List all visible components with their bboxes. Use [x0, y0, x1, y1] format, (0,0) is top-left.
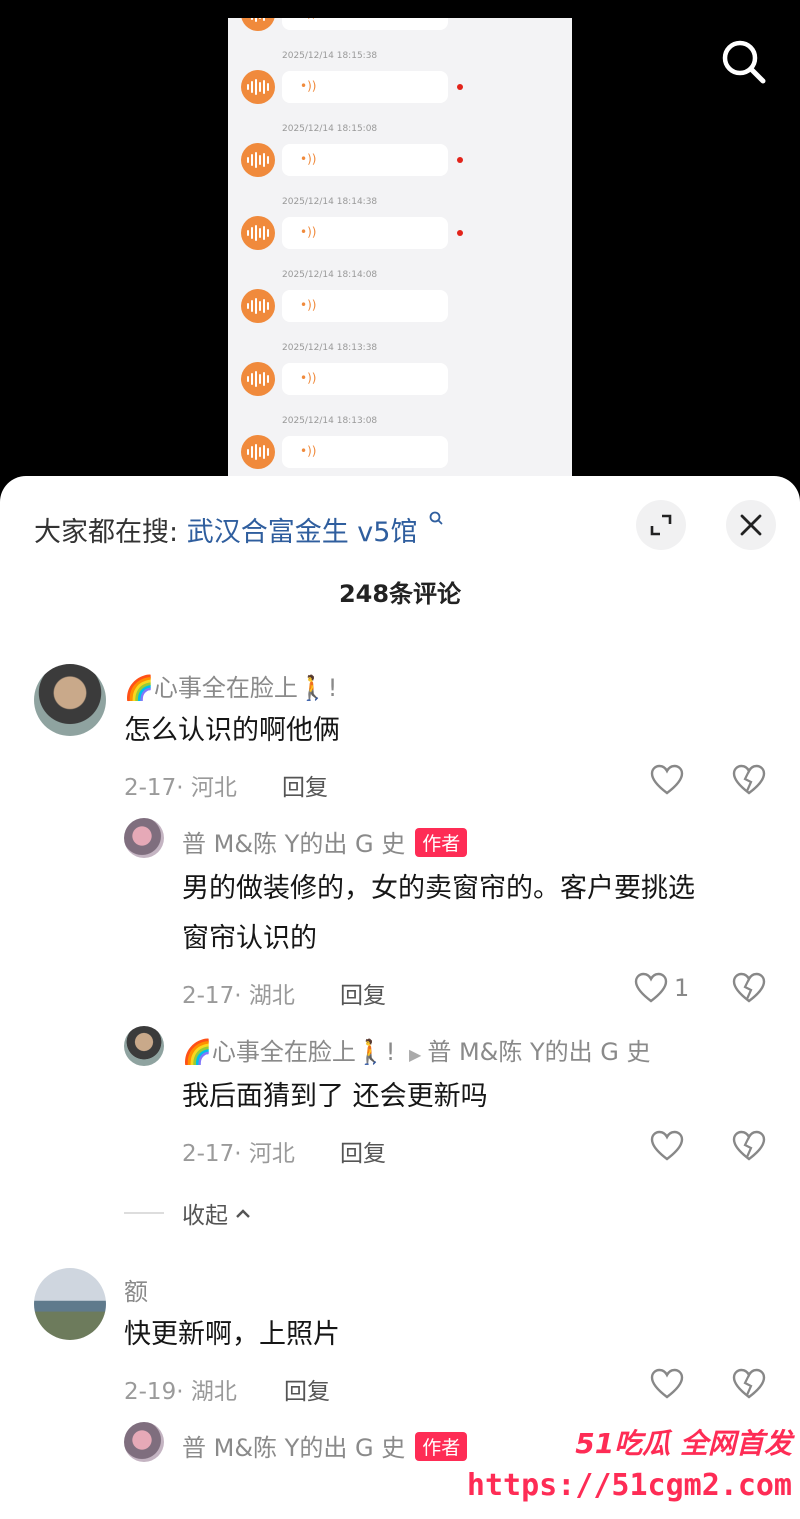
reply-nickname-text: 普 M&陈 Y的出 G 史 — [182, 1434, 406, 1462]
avatar[interactable] — [34, 1268, 106, 1340]
voice-message: 2025/12/14 18:14:38 •)) — [228, 197, 572, 270]
reply-meta: 2-17· 湖北 — [182, 983, 295, 1009]
comment-meta: 2-17· 河北 — [124, 775, 237, 801]
voice-message: 2025/12/14 18:14:08 •)) — [228, 270, 572, 343]
voice-message-time: 2025/12/14 18:13:38 — [282, 343, 378, 353]
voice-message: 2025/12/14 18:13:38 •)) — [228, 343, 572, 416]
reply-to-nickname: 普 M&陈 Y的出 G 史 — [427, 1038, 651, 1066]
collapse-label: 收起 — [182, 1203, 228, 1229]
watermark: 51吃瓜 全网首发 https://51cgm2.com — [467, 1422, 796, 1519]
voice-message-time: 2025/12/14 18:13:08 — [282, 416, 378, 426]
search-button[interactable] — [716, 34, 772, 90]
reply-button[interactable]: 回复 — [340, 976, 386, 1010]
reply-nickname-text: 🌈心事全在脸上🚶! — [182, 1038, 396, 1066]
voice-message-time: 2025/12/14 18:14:08 — [282, 270, 378, 280]
close-button[interactable] — [726, 500, 776, 550]
reply-text-line1[interactable]: 男的做装修的，女的卖窗帘的。客户要挑选 — [182, 864, 695, 914]
sound-wave-icon: •)) — [300, 444, 317, 458]
collapse-replies-button[interactable]: 收起 — [124, 1196, 252, 1230]
chevron-up-icon — [236, 1209, 250, 1218]
like-count: 1 — [674, 974, 690, 1002]
trending-prefix: 大家都在搜: — [34, 517, 179, 548]
voice-avatar-icon — [241, 435, 275, 469]
voice-avatar-icon — [241, 216, 275, 250]
reply-button[interactable]: 回复 — [340, 1134, 386, 1168]
reply-arrow-icon: ▶ — [409, 1045, 422, 1064]
voice-message: 2025/12/14 18:15:08 •)) — [228, 124, 572, 197]
reply-button[interactable]: 回复 — [284, 1372, 330, 1406]
reply-nickname[interactable]: 🌈心事全在脸上🚶! ▶ 普 M&陈 Y的出 G 史 — [182, 1032, 651, 1067]
reply-text-line2[interactable]: 窗帘认识的 — [182, 914, 317, 964]
trending-search[interactable]: 大家都在搜: 武汉合富金生 v5馆 — [34, 510, 444, 549]
voice-avatar-icon — [241, 143, 275, 177]
sound-wave-icon: •)) — [300, 79, 317, 93]
heart-icon[interactable] — [650, 1368, 684, 1400]
screen: •))2025/12/14 18:15:38•))2025/12/14 18:1… — [0, 0, 800, 1519]
dislike-icon[interactable] — [732, 1130, 766, 1162]
voice-bubble: •)) — [282, 290, 448, 322]
voice-avatar-icon — [241, 362, 275, 396]
sound-wave-icon: •)) — [300, 225, 317, 239]
heart-icon[interactable] — [650, 1130, 684, 1162]
voice-bubble: •)) — [282, 18, 448, 30]
comment-meta: 2-19· 湖北 — [124, 1379, 237, 1405]
sound-wave-icon: •)) — [300, 371, 317, 385]
voice-message: •)) — [228, 18, 572, 51]
unread-dot — [457, 157, 463, 163]
avatar[interactable] — [124, 1422, 164, 1462]
watermark-line2: https://51cgm2.com — [466, 1468, 792, 1503]
voice-bubble: •)) — [282, 436, 448, 468]
heart-icon — [634, 972, 668, 1003]
voice-avatar-icon — [241, 70, 275, 104]
comment-nickname[interactable]: 🌈心事全在脸上🚶! — [124, 668, 337, 703]
sound-wave-icon: •)) — [300, 18, 316, 20]
dislike-icon[interactable] — [732, 764, 766, 796]
search-icon — [722, 40, 766, 84]
comment-text[interactable]: 快更新啊，上照片 — [124, 1310, 340, 1360]
close-icon — [740, 514, 762, 536]
dislike-icon[interactable] — [732, 1368, 766, 1400]
reply-nickname-text: 普 M&陈 Y的出 G 史 — [182, 830, 406, 858]
voice-message: 2025/12/14 18:15:38 •)) — [228, 51, 572, 124]
comment-text[interactable]: 怎么认识的啊他俩 — [124, 706, 340, 756]
divider — [124, 1212, 164, 1214]
trending-keyword[interactable]: 武汉合富金生 v5馆 — [187, 517, 418, 548]
voice-avatar-icon — [241, 289, 275, 323]
avatar[interactable] — [124, 1026, 164, 1066]
reply-nickname[interactable]: 普 M&陈 Y的出 G 史作者 — [182, 824, 468, 859]
reply-nickname[interactable]: 普 M&陈 Y的出 G 史作者 — [182, 1428, 468, 1463]
avatar[interactable] — [34, 664, 106, 736]
voice-bubble: •)) — [282, 217, 448, 249]
expand-button[interactable] — [636, 500, 686, 550]
unread-dot — [457, 230, 463, 236]
comment-sheet: 大家都在搜: 武汉合富金生 v5馆 248条评论 🌈心事全在脸上🚶! 怎么认识的… — [0, 476, 800, 1519]
video-area[interactable]: •))2025/12/14 18:15:38•))2025/12/14 18:1… — [0, 0, 800, 500]
reply-text[interactable]: 我后面猜到了 还会更新吗 — [182, 1072, 488, 1122]
sound-wave-icon: •)) — [300, 152, 317, 166]
avatar[interactable] — [124, 818, 164, 858]
voice-message-time: 2025/12/14 18:15:38 — [282, 51, 378, 61]
comment-count: 248条评论 — [338, 580, 462, 608]
voice-bubble: •)) — [282, 71, 448, 103]
voice-avatar-icon — [241, 18, 275, 31]
comment-nickname[interactable]: 额 — [124, 1272, 148, 1307]
chat-screenshot: •))2025/12/14 18:15:38•))2025/12/14 18:1… — [228, 18, 572, 488]
voice-bubble: •)) — [282, 144, 448, 176]
expand-icon — [650, 514, 672, 536]
search-small-icon — [429, 511, 443, 525]
sound-wave-icon: •)) — [300, 298, 317, 312]
author-badge: 作者 — [415, 828, 468, 857]
heart-icon[interactable] — [650, 764, 684, 796]
watermark-line1: 51吃瓜 全网首发 — [575, 1427, 792, 1460]
reply-button[interactable]: 回复 — [282, 768, 328, 802]
author-badge: 作者 — [415, 1432, 468, 1461]
voice-message-time: 2025/12/14 18:15:08 — [282, 124, 378, 134]
voice-bubble: •)) — [282, 363, 448, 395]
voice-message-time: 2025/12/14 18:14:38 — [282, 197, 378, 207]
dislike-icon[interactable] — [732, 972, 766, 1004]
reply-meta: 2-17· 河北 — [182, 1141, 295, 1167]
unread-dot — [457, 84, 463, 90]
like-button[interactable]: 1 — [634, 972, 689, 1004]
